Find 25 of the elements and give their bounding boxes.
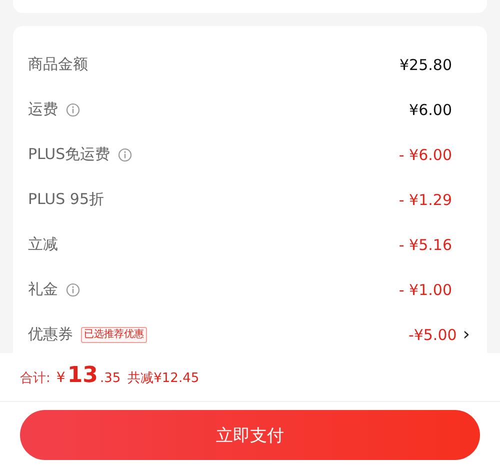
total-currency: ¥: [56, 370, 66, 386]
fee-amount: - ¥1.00: [398, 280, 452, 298]
info-icon[interactable]: [66, 282, 80, 296]
pay-button[interactable]: 立即支付: [20, 410, 480, 460]
fee-amount: - ¥5.16: [398, 236, 452, 254]
saving-text: 共减¥12.45: [128, 370, 200, 387]
total-label: 合计:: [20, 370, 50, 387]
total-amount: 13: [67, 363, 98, 388]
fee-amount: ¥25.80: [400, 56, 452, 74]
fee-amount: - ¥6.00: [398, 146, 452, 164]
fee-label: 运费: [28, 100, 58, 119]
fee-label: 立减: [28, 235, 58, 254]
chevron[interactable]: ›: [462, 324, 470, 345]
coupon-tag: 已选推荐优惠: [81, 326, 147, 342]
fee-label: 商品金额: [28, 55, 88, 74]
fee-label: 礼金: [28, 280, 58, 299]
fee-label: PLUS 95折: [28, 190, 104, 209]
info-icon[interactable]: [118, 148, 132, 162]
fee-amount: -¥5.00: [408, 326, 457, 344]
fee-label: 优惠券: [28, 325, 73, 344]
fee-label: PLUS免运费: [28, 145, 110, 164]
total-decimal: .35: [100, 371, 121, 386]
fee-amount: ¥6.00: [409, 100, 452, 118]
info-icon[interactable]: [66, 102, 80, 116]
fee-amount: - ¥1.29: [398, 190, 452, 208]
